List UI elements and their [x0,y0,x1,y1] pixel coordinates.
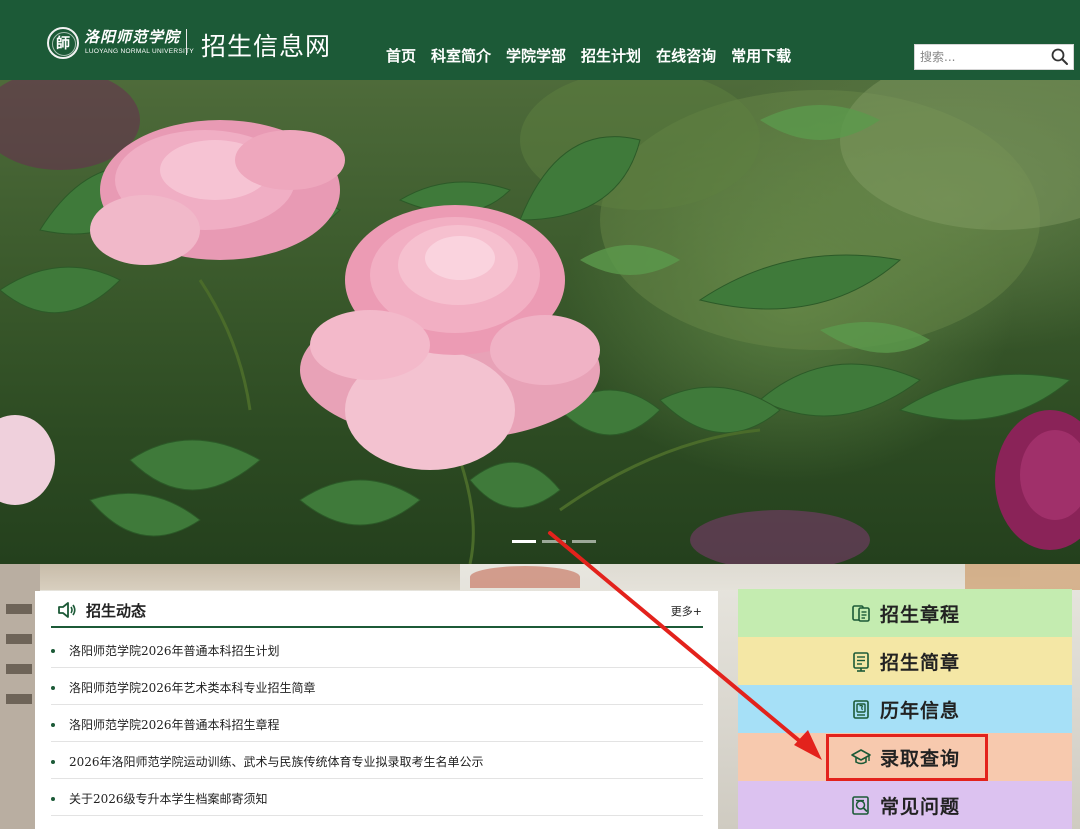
quick-link-label: 常见问题 [879,795,960,818]
question-icon [852,796,869,815]
quick-link-faq[interactable]: 常见问题 [738,781,1072,829]
background-tree [470,566,580,588]
hero-banner[interactable] [0,80,1080,564]
nav-colleges[interactable]: 学院学部 [506,45,566,66]
news-title-rule [51,626,703,628]
peony-photo [0,80,1080,564]
carousel-dot-3[interactable] [572,540,596,543]
search-icon[interactable] [1050,47,1070,67]
content-section: 招生动态 更多+ 洛阳师范学院2026年普通本科招生计划 洛阳师范学院2026年… [0,564,1080,829]
quick-link-label: 招生章程 [879,603,960,626]
quick-link-label: 历年信息 [879,699,960,722]
news-item[interactable]: 洛阳师范学院2026年普通本科招生计划 [51,631,703,668]
search-box [914,44,1074,70]
nav-enrollment-plan[interactable]: 招生计划 [581,45,641,66]
logo-divider [186,29,187,55]
quick-links-panel: 招生章程 招生简章 历年信息 录取查询 常见问题 [738,589,1072,829]
nav-office-intro[interactable]: 科室简介 [431,45,491,66]
site-title[interactable]: 招生信息网 [201,27,331,63]
nav-home[interactable]: 首页 [386,45,416,66]
background-building [0,564,40,829]
document-icon [852,605,870,622]
news-item[interactable]: 关于2026级专升本学生档案邮寄须知 [51,779,703,816]
quick-link-enrollment-brochure[interactable]: 招生简章 [738,637,1072,685]
quick-link-admission-query[interactable]: 录取查询 [738,733,1072,781]
carousel-indicators [512,540,602,543]
news-item[interactable]: 洛阳师范学院2026年艺术类本科专业招生简章 [51,668,703,705]
quick-link-label: 招生简章 [879,651,960,674]
site-header: 師 洛阳师范学院 LUOYANG NORMAL UNIVERSITY 招生信息网… [0,0,1080,80]
university-name[interactable]: 洛阳师范学院 [84,26,180,47]
news-item[interactable]: 2026年洛阳师范学院运动训练、武术与民族传统体育专业拟录取考生名单公示 [51,742,703,779]
quick-link-history-info[interactable]: 历年信息 [738,685,1072,733]
speaker-icon [58,602,76,618]
news-more-link[interactable]: 更多+ [671,603,702,619]
main-nav: 首页 科室简介 学院学部 招生计划 在线咨询 常用下载 [386,45,806,66]
carousel-dot-1[interactable] [512,540,536,543]
university-name-en: LUOYANG NORMAL UNIVERSITY [85,48,194,55]
news-panel: 招生动态 更多+ 洛阳师范学院2026年普通本科招生计划 洛阳师范学院2026年… [35,591,718,829]
quick-link-enrollment-charter[interactable]: 招生章程 [738,589,1072,637]
quick-link-label: 录取查询 [879,747,960,770]
news-list: 洛阳师范学院2026年普通本科招生计划 洛阳师范学院2026年艺术类本科专业招生… [51,631,703,816]
news-section-title: 招生动态 [86,602,147,620]
carousel-dot-2[interactable] [542,540,566,543]
nav-online-consult[interactable]: 在线咨询 [656,45,716,66]
graduation-cap-icon [851,749,871,765]
brochure-icon [853,652,869,672]
background-building-right [600,564,1020,590]
university-seal-icon[interactable]: 師 [47,27,79,59]
nav-downloads[interactable]: 常用下载 [731,45,791,66]
news-item[interactable]: 洛阳师范学院2026年普通本科招生章程 [51,705,703,742]
background-tree-right [965,564,1080,590]
search-input[interactable] [915,45,1047,69]
history-icon [853,700,869,719]
background-building-top [40,564,460,590]
